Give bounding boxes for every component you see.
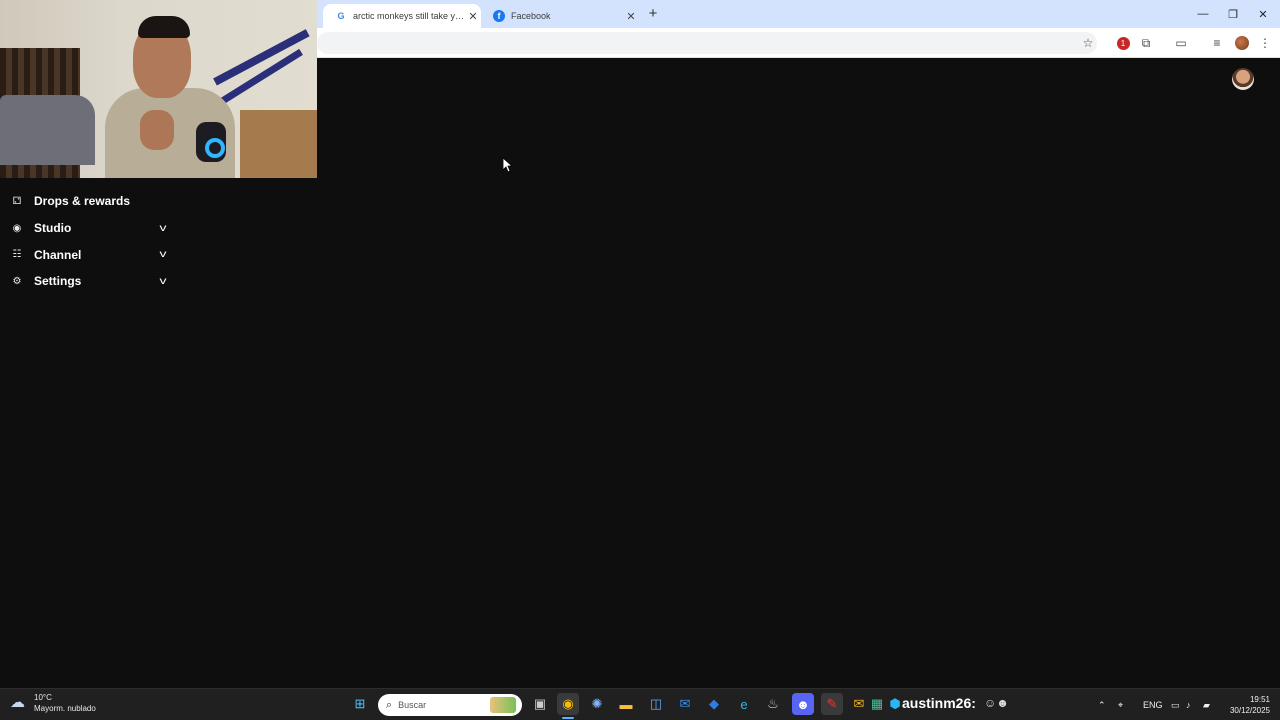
clock-time: 19:51	[1249, 695, 1270, 704]
new-tab-button[interactable]: +	[644, 5, 662, 23]
extension-badge: 1	[1116, 36, 1130, 50]
browser-toolbar: ☆ 1 ⧉ ▭ ≡ ⋮	[317, 28, 1280, 58]
language-indicator[interactable]: ENG	[1143, 689, 1163, 720]
restore-button[interactable]: ❐	[1218, 0, 1248, 28]
volume-icon[interactable]: ♪	[1186, 689, 1191, 720]
mouse-cursor-icon	[503, 158, 513, 173]
task-view-icon[interactable]: ▣	[529, 693, 551, 715]
taskbar-search[interactable]: ⌕ Buscar	[378, 694, 522, 716]
extensions-puzzle-icon[interactable]: ⧉	[1136, 33, 1156, 53]
emote-icon: ☺☻	[984, 696, 1009, 710]
menu-item-label: Drops & rewards	[34, 194, 131, 209]
address-bar[interactable]	[317, 32, 1097, 54]
user-menu: ⚁ Drops & rewards ◉ Studio v ☷ Channel v…	[10, 188, 170, 295]
menu-item-drops-rewards[interactable]: ⚁ Drops & rewards	[10, 188, 170, 215]
file-explorer-icon[interactable]: ▬	[615, 693, 637, 715]
webcam-overlay	[0, 0, 317, 178]
tab-facebook[interactable]: f Facebook ✕	[481, 4, 639, 28]
search-icon: ⌕	[386, 698, 393, 711]
weather-temp: 10°C	[34, 693, 52, 702]
cast-icon[interactable]: ▭	[1171, 33, 1191, 53]
menu-item-label: Channel	[34, 247, 82, 262]
edge-icon[interactable]: e	[733, 693, 755, 715]
search-highlight-icon	[490, 697, 516, 713]
dropbox-icon[interactable]: ◆	[703, 693, 725, 715]
battery-icon[interactable]: ▰	[1203, 689, 1210, 720]
display-icon[interactable]: ▭	[1171, 689, 1180, 720]
more-menu-icon[interactable]: ⋮	[1255, 33, 1275, 53]
close-icon[interactable]: ✕	[465, 10, 481, 23]
menu-item-studio[interactable]: ◉ Studio v	[10, 215, 170, 242]
channel-icon: ☷	[12, 249, 22, 261]
steam-icon[interactable]: ♨	[762, 693, 784, 715]
network-icon[interactable]: ⌖	[1118, 689, 1123, 720]
mail-icon[interactable]: ✉	[674, 693, 696, 715]
obs-icon[interactable]: ✎	[821, 693, 843, 715]
system-clock[interactable]: 19:51 30/12/2025	[1222, 694, 1270, 716]
stream-overlay-title: austinm26:	[902, 695, 976, 711]
menu-item-settings[interactable]: ⚙ Settings v	[10, 268, 170, 295]
weather-widget[interactable]: ☁ 10°C Mayorm. nublado	[10, 692, 96, 714]
extension-icon[interactable]: 1	[1113, 33, 1133, 53]
studio-icon: ◉	[12, 222, 22, 234]
screen: G arctic monkeys still take you ho ✕ f F…	[0, 0, 1280, 720]
discord-icon[interactable]: ☻	[792, 693, 814, 715]
facebook-icon: f	[493, 10, 505, 22]
chevron-down-icon[interactable]: v	[153, 276, 173, 287]
media-controls-icon[interactable]: ≡	[1207, 33, 1227, 53]
copilot-icon[interactable]: ✺	[586, 693, 608, 715]
user-avatar[interactable]	[1232, 68, 1254, 90]
tab-title: arctic monkeys still take you ho	[353, 11, 465, 21]
menu-item-channel[interactable]: ☷ Channel v	[10, 241, 170, 268]
profile-avatar-icon[interactable]	[1232, 33, 1252, 53]
google-icon: G	[337, 11, 345, 21]
window-close-button[interactable]: ✕	[1248, 0, 1278, 28]
tab-title: Facebook	[511, 11, 551, 21]
weather-condition: Mayorm. nublado	[34, 704, 96, 713]
close-icon[interactable]: ✕	[623, 10, 639, 23]
drops-icon: ⚁	[12, 195, 22, 207]
settings-icon: ⚙	[12, 275, 22, 287]
chrome-icon[interactable]: ◉	[557, 693, 579, 715]
start-button[interactable]: ⊞	[349, 693, 371, 715]
clock-date: 30/12/2025	[1229, 706, 1270, 715]
store-icon[interactable]: ◫	[645, 693, 667, 715]
minimize-button[interactable]: —	[1188, 0, 1218, 28]
cloud-icon: ☁	[10, 694, 25, 711]
tab-search[interactable]: G arctic monkeys still take you ho ✕	[323, 4, 481, 28]
menu-item-label: Studio	[34, 221, 72, 236]
chevron-down-icon[interactable]: v	[153, 223, 173, 234]
search-placeholder: Buscar	[398, 700, 427, 710]
windows-taskbar: ☁ 10°C Mayorm. nublado ⊞ ⌕ Buscar ▣ ◉ ✺ …	[0, 688, 1280, 720]
chevron-down-icon[interactable]: v	[153, 249, 173, 260]
tray-overflow-icon[interactable]: ⌃	[1098, 689, 1106, 720]
bookmark-star-icon[interactable]: ☆	[1078, 33, 1098, 53]
browser-tab-strip: G arctic monkeys still take you ho ✕ f F…	[317, 0, 1280, 28]
page-content	[317, 58, 1280, 688]
menu-item-label: Settings	[34, 274, 82, 289]
